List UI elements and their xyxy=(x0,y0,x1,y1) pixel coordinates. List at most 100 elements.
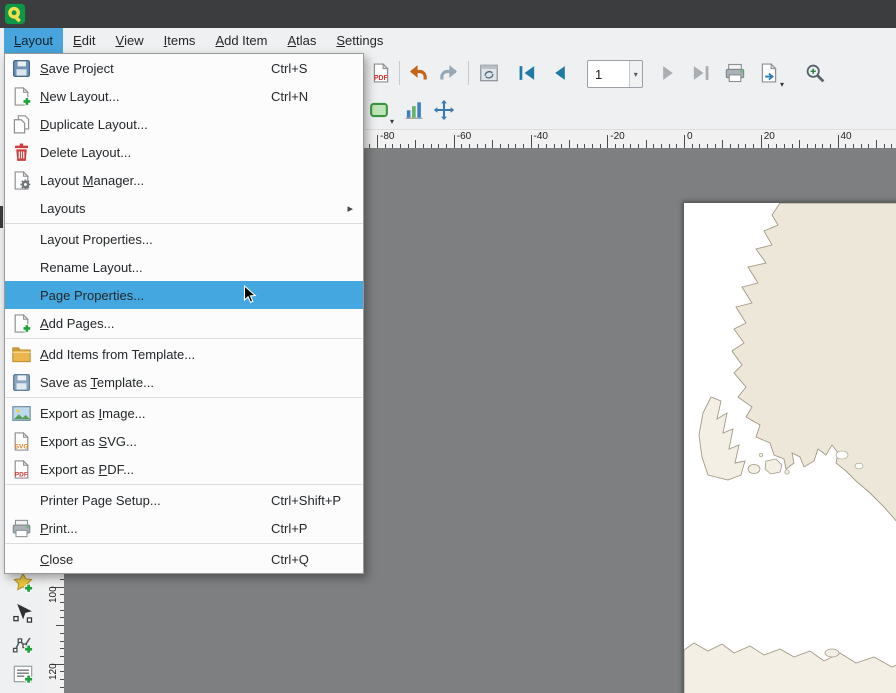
menu-bar: LayoutEditViewItemsAdd ItemAtlasSettings xyxy=(0,28,896,53)
menu-item-layout-properties[interactable]: Layout Properties... xyxy=(5,225,363,253)
menu-item-export-as-image[interactable]: Export as Image... xyxy=(5,399,363,427)
refresh-view-button[interactable] xyxy=(476,60,502,86)
ruler-label: 100 xyxy=(48,586,59,603)
zoom-level-icon xyxy=(804,62,826,84)
menu-item-new-layout[interactable]: New Layout...Ctrl+N xyxy=(5,82,363,110)
add-label-icon xyxy=(12,663,34,685)
menubar-item-add-item[interactable]: Add Item xyxy=(205,28,277,53)
menu-item-label: Duplicate Layout... xyxy=(40,117,148,132)
add-label-button[interactable] xyxy=(10,661,36,687)
ruler-label: -60 xyxy=(457,131,471,142)
layout-page[interactable] xyxy=(684,203,896,693)
menu-item-page-properties[interactable]: Page Properties... xyxy=(5,281,363,309)
menu-item-label: Add Pages... xyxy=(40,316,114,331)
save-template-icon xyxy=(11,372,32,393)
menu-item-label: Layouts xyxy=(40,201,86,216)
menu-item-layouts[interactable]: Layouts ▸ xyxy=(5,194,363,222)
atlas-first-button[interactable] xyxy=(514,60,540,86)
menu-item-print[interactable]: Print... Ctrl+P xyxy=(5,514,363,542)
dock-edge-mark xyxy=(0,206,3,228)
map-land-denmark xyxy=(699,397,745,480)
print-atlas-button[interactable] xyxy=(722,60,748,86)
menu-item-label: Rename Layout... xyxy=(40,260,143,275)
atlas-page-input[interactable] xyxy=(588,66,629,83)
map-land-germany xyxy=(684,643,896,693)
menubar-item-edit[interactable]: Edit xyxy=(63,28,105,53)
menu-item-layout-manager[interactable]: Layout Manager... xyxy=(5,166,363,194)
add-marker-icon xyxy=(12,572,34,594)
export-image-icon xyxy=(11,403,32,424)
ruler-tick xyxy=(377,135,378,148)
menu-item-add-pages[interactable]: Add Pages... xyxy=(5,309,363,337)
add-chart-button[interactable] xyxy=(401,97,427,123)
ruler-tick xyxy=(838,135,839,148)
ruler-label: -40 xyxy=(534,131,548,142)
menu-item-delete-layout[interactable]: Delete Layout... xyxy=(5,138,363,166)
export-atlas-button[interactable]: ▾ xyxy=(756,60,782,86)
menu-item-save-as-template[interactable]: Save as Template... xyxy=(5,368,363,396)
submenu-arrow-icon: ▸ xyxy=(347,202,353,215)
menu-item-printer-page-setup[interactable]: Printer Page Setup...Ctrl+Shift+P xyxy=(5,486,363,514)
zoom-level-button[interactable] xyxy=(802,60,828,86)
export-as-pdf-button[interactable]: PDF xyxy=(368,60,394,86)
add-node-item-icon xyxy=(12,633,34,655)
ruler-label: -80 xyxy=(380,131,394,142)
ruler-label: 0 xyxy=(687,131,693,142)
ruler-label: 20 xyxy=(764,131,775,142)
duplicate-layout-icon xyxy=(11,114,32,135)
menu-item-export-as-pdf[interactable]: PDFExport as PDF... xyxy=(5,455,363,483)
edit-nodes-button[interactable] xyxy=(10,600,36,626)
atlas-prev-button[interactable] xyxy=(547,60,573,86)
ruler-tick xyxy=(799,140,800,148)
blank-icon xyxy=(11,229,32,250)
menu-separator xyxy=(5,484,363,485)
edit-nodes-icon xyxy=(12,602,34,624)
menu-item-label: Save Project xyxy=(40,61,114,76)
title-bar xyxy=(0,0,896,28)
dropdown-caret-icon: ▾ xyxy=(780,80,784,89)
redo-button[interactable] xyxy=(436,60,462,86)
map-land-scandinavia xyxy=(732,203,896,535)
ruler-label: 40 xyxy=(841,131,852,142)
ruler-tick xyxy=(646,140,647,148)
add-chart-icon xyxy=(403,99,425,121)
toolbar-separator xyxy=(399,61,400,85)
undo-button[interactable] xyxy=(405,60,431,86)
atlas-next-button[interactable] xyxy=(655,60,681,86)
menu-item-export-as-svg[interactable]: SVGExport as SVG... xyxy=(5,427,363,455)
menu-item-rename-layout[interactable]: Rename Layout... xyxy=(5,253,363,281)
menubar-item-settings[interactable]: Settings xyxy=(326,28,393,53)
layout-menu-popup: Save ProjectCtrl+SNew Layout...Ctrl+N Dup… xyxy=(4,53,364,574)
export-pdf-icon: PDF xyxy=(11,459,32,480)
ruler-tick xyxy=(415,140,416,148)
export-atlas-icon xyxy=(758,62,780,84)
blank-icon xyxy=(11,198,32,219)
menu-item-label: Print... xyxy=(40,521,78,536)
menubar-item-layout[interactable]: Layout xyxy=(4,28,63,53)
menubar-item-view[interactable]: View xyxy=(105,28,153,53)
menu-item-close[interactable]: CloseCtrl+Q xyxy=(5,545,363,573)
move-content-button[interactable] xyxy=(431,97,457,123)
menubar-item-items[interactable]: Items xyxy=(154,28,206,53)
ruler-tick xyxy=(876,140,877,148)
atlas-last-button[interactable] xyxy=(688,60,714,86)
print-icon xyxy=(11,518,32,539)
menu-item-label: Page Properties... xyxy=(40,288,144,303)
menu-item-duplicate-layout[interactable]: Duplicate Layout... xyxy=(5,110,363,138)
menu-item-add-items-from-template[interactable]: Add Items from Template... xyxy=(5,340,363,368)
qgis-logo-icon xyxy=(4,3,26,25)
menu-item-label: Add Items from Template... xyxy=(40,347,195,362)
menu-item-save-project[interactable]: Save ProjectCtrl+S xyxy=(5,54,363,82)
add-shape-button[interactable]: ▾ xyxy=(366,97,392,123)
layout-manager-icon xyxy=(11,170,32,191)
menubar-item-atlas[interactable]: Atlas xyxy=(277,28,326,53)
menu-item-label: Layout Manager... xyxy=(40,173,144,188)
add-node-item-button[interactable] xyxy=(10,631,36,657)
atlas-page-spinbox[interactable]: ▾ xyxy=(587,60,643,88)
ruler-tick xyxy=(454,135,455,148)
spinbox-dropdown-icon[interactable]: ▾ xyxy=(629,61,642,87)
blank-icon xyxy=(11,257,32,278)
atlas-first-icon xyxy=(516,62,538,84)
menu-item-label: Delete Layout... xyxy=(40,145,131,160)
menu-item-shortcut: Ctrl+P xyxy=(271,521,307,536)
